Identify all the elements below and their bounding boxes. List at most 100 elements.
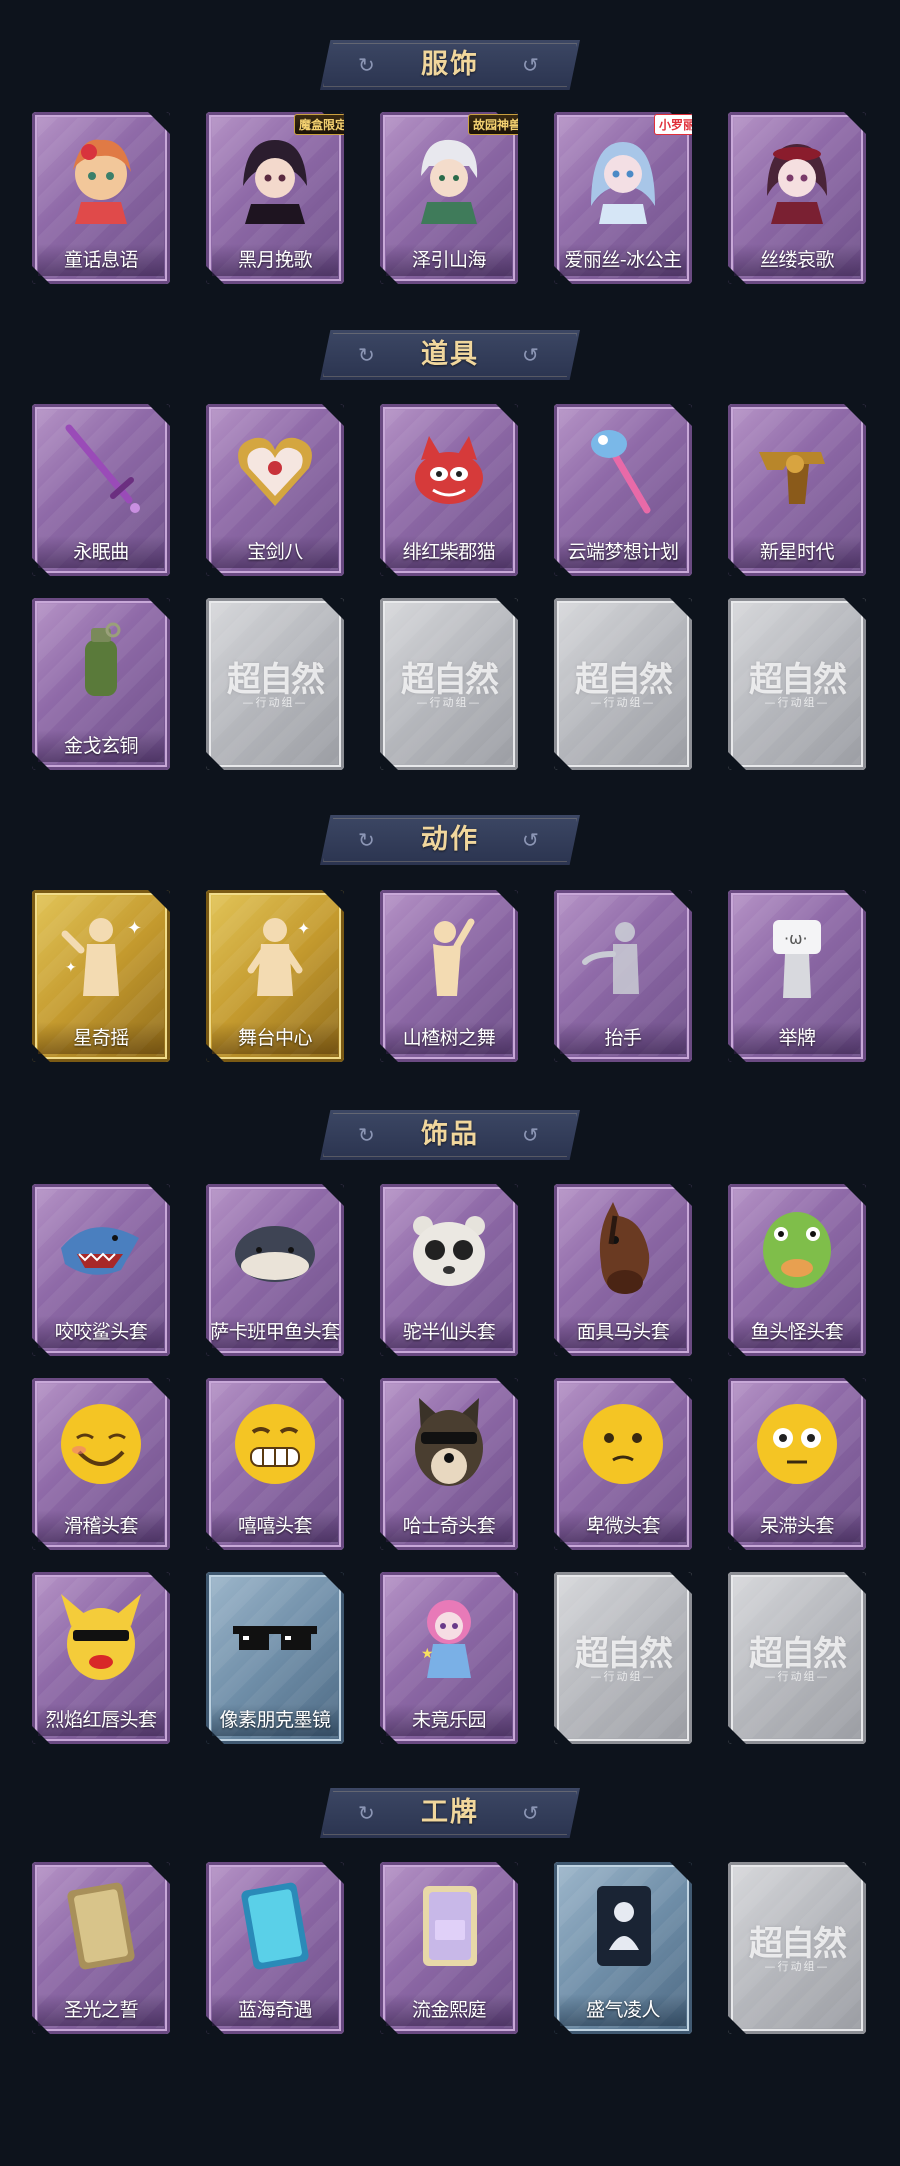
- item-label: 宝剑八: [247, 541, 303, 563]
- section-title: 工牌: [421, 1797, 479, 1828]
- section-header: ↻ ↺ 饰品: [320, 1110, 580, 1160]
- item-label: 面具马头套: [576, 1321, 670, 1343]
- reward-card[interactable]: 嘻嘻头套: [206, 1378, 344, 1550]
- section-header: ↻ ↺ 工牌: [320, 1788, 580, 1838]
- pikachu-lips-icon: [51, 1586, 151, 1686]
- pleading-emoji-icon: [573, 1392, 673, 1492]
- red-cat-icon: [399, 418, 499, 518]
- item-label: 黑月挽歌: [237, 249, 313, 271]
- section-title: 道具: [421, 339, 479, 370]
- item-label: 驼半仙头套: [402, 1321, 496, 1343]
- reward-card[interactable]: 新星时代: [728, 404, 866, 576]
- item-label: 萨卡班甲鱼头套: [210, 1321, 340, 1343]
- smile-emoji-icon: [51, 1392, 151, 1492]
- item-label: 永眠曲: [73, 541, 129, 563]
- shark-head-icon: [51, 1198, 151, 1298]
- reward-card[interactable]: 驼半仙头套: [380, 1184, 518, 1356]
- reward-card[interactable]: 卑微头套: [554, 1378, 692, 1550]
- revolver-icon: [747, 418, 847, 518]
- reward-card[interactable]: 黑月挽歌 魔盒限定: [206, 112, 344, 284]
- item-label: 举牌: [778, 1027, 816, 1049]
- section-title: 服饰: [421, 49, 479, 80]
- svg-text:✦: ✦: [297, 919, 310, 938]
- blue-sea-card-icon: [225, 1876, 325, 1976]
- reward-card[interactable]: 圣光之誓: [32, 1862, 170, 2034]
- reward-card[interactable]: 山楂树之舞: [380, 890, 518, 1062]
- grenade-icon: [51, 612, 151, 712]
- placeholder-card[interactable]: 超自然 —行动组—: [728, 1572, 866, 1744]
- hold-sign-icon: ·ω·: [747, 904, 847, 1004]
- reward-card[interactable]: 盛气凌人: [554, 1862, 692, 2034]
- heart-mirror-icon: [225, 418, 325, 518]
- reward-card[interactable]: ✦ ✦ 星奇摇: [32, 890, 170, 1062]
- reward-card[interactable]: 哈士奇头套: [380, 1378, 518, 1550]
- item-label: 嘻嘻头套: [237, 1515, 313, 1537]
- reward-card[interactable]: ★ 未竟乐园: [380, 1572, 518, 1744]
- item-label: 像素朋克墨镜: [219, 1709, 331, 1731]
- reward-card[interactable]: 流金熙庭: [380, 1862, 518, 2034]
- item-label: 鱼头怪头套: [750, 1321, 844, 1343]
- item-label: 蓝海奇遇: [237, 1999, 313, 2021]
- hawthorn-dance-icon: [399, 904, 499, 1004]
- reward-card[interactable]: 永眠曲: [32, 404, 170, 576]
- reward-card[interactable]: 萨卡班甲鱼头套: [206, 1184, 344, 1356]
- section-title: 饰品: [421, 1119, 479, 1150]
- reward-card[interactable]: 滑稽头套: [32, 1378, 170, 1550]
- reward-card[interactable]: 呆滞头套: [728, 1378, 866, 1550]
- item-label: 盛气凌人: [585, 1999, 661, 2021]
- item-label: 童话息语: [63, 249, 139, 271]
- item-label: 云端梦想计划: [567, 541, 679, 563]
- holy-light-card-icon: [51, 1876, 151, 1976]
- placeholder-subtitle: —行动组—: [764, 696, 830, 709]
- limited-tag: 魔盒限定: [293, 114, 344, 135]
- svg-text:·ω·: ·ω·: [784, 929, 808, 948]
- placeholder-subtitle: —行动组—: [764, 1960, 830, 1973]
- fish-head-icon: [225, 1198, 325, 1298]
- stage-center-icon: ✦: [225, 904, 325, 1004]
- reward-card[interactable]: 鱼头怪头套: [728, 1184, 866, 1356]
- placeholder-card[interactable]: 超自然 —行动组—: [206, 598, 344, 770]
- reward-card[interactable]: 金戈玄铜: [32, 598, 170, 770]
- placeholder-card[interactable]: 超自然 —行动组—: [554, 1572, 692, 1744]
- section-header: ↻ ↺ 动作: [320, 815, 580, 865]
- fairy-girl-costume: [51, 126, 151, 226]
- placeholder-card[interactable]: 超自然 —行动组—: [728, 1862, 866, 2034]
- section-header: ↻ ↺ 道具: [320, 330, 580, 380]
- reward-card[interactable]: 丝缕哀歌: [728, 112, 866, 284]
- reward-card[interactable]: 抬手: [554, 890, 692, 1062]
- placeholder-subtitle: —行动组—: [590, 1670, 656, 1683]
- reward-card[interactable]: 蓝海奇遇: [206, 1862, 344, 2034]
- flushed-emoji-icon: [747, 1392, 847, 1492]
- item-label: 卑微头套: [585, 1515, 661, 1537]
- placeholder-subtitle: —行动组—: [764, 1670, 830, 1683]
- reward-card[interactable]: 爱丽丝-冰公主 小罗丽: [554, 112, 692, 284]
- reward-card[interactable]: 童话息语: [32, 112, 170, 284]
- raise-hand-icon: [573, 904, 673, 1004]
- horse-mask-icon: [573, 1198, 673, 1298]
- limited-tag: 故园神兽: [467, 114, 518, 135]
- placeholder-card[interactable]: 超自然 —行动组—: [380, 598, 518, 770]
- item-label: 流金熙庭: [411, 1999, 487, 2021]
- section-header: ↻ ↺ 服饰: [320, 40, 580, 90]
- grin-emoji-icon: [225, 1392, 325, 1492]
- reward-card[interactable]: 绯红柴郡猫: [380, 404, 518, 576]
- reward-card[interactable]: 烈焰红唇头套: [32, 1572, 170, 1744]
- svg-text:★: ★: [421, 1646, 434, 1662]
- item-label: 滑稽头套: [63, 1515, 139, 1537]
- placeholder-subtitle: —行动组—: [590, 696, 656, 709]
- svg-text:✦: ✦: [127, 918, 142, 939]
- reward-card[interactable]: 像素朋克墨镜: [206, 1572, 344, 1744]
- placeholder-card[interactable]: 超自然 —行动组—: [554, 598, 692, 770]
- reward-card[interactable]: 面具马头套: [554, 1184, 692, 1356]
- reward-card[interactable]: 咬咬鲨头套: [32, 1184, 170, 1356]
- reward-card[interactable]: 云端梦想计划: [554, 404, 692, 576]
- reward-card[interactable]: 泽引山海 故园神兽: [380, 112, 518, 284]
- reward-card[interactable]: ✦ 舞台中心: [206, 890, 344, 1062]
- reward-card[interactable]: ·ω· 举牌: [728, 890, 866, 1062]
- placeholder-card[interactable]: 超自然 —行动组—: [728, 598, 866, 770]
- item-label: 丝缕哀歌: [759, 249, 835, 271]
- husky-icon: [399, 1392, 499, 1492]
- reward-card[interactable]: 宝剑八: [206, 404, 344, 576]
- item-label: 爱丽丝-冰公主: [564, 249, 682, 271]
- item-label: 新星时代: [759, 541, 835, 563]
